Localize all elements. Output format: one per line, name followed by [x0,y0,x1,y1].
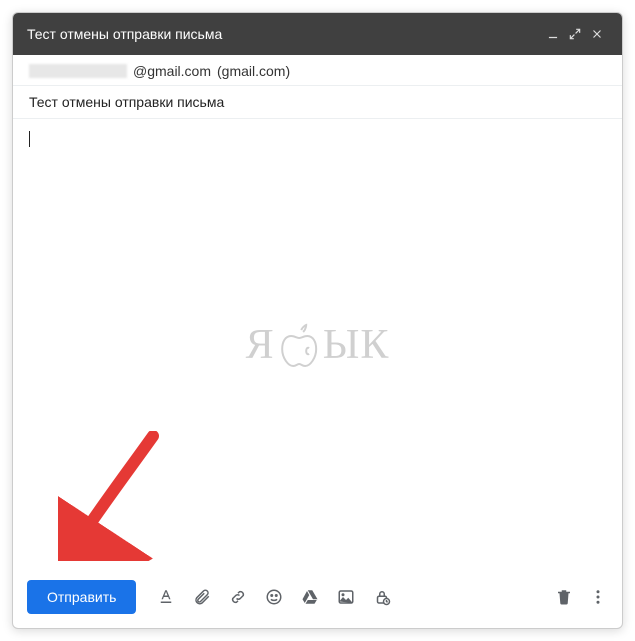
drive-icon [301,588,319,606]
send-button[interactable]: Отправить [27,580,136,614]
apple-icon [279,322,319,368]
attach-icon [193,588,211,606]
watermark-right: ЫК [323,321,390,369]
confidential-icon [373,588,391,606]
expand-icon [568,27,582,41]
watermark-left: Я [246,321,275,369]
trash-icon [555,588,573,606]
to-field[interactable]: @gmail.com (gmail.com) [13,55,622,86]
window-title: Тест отмены отправки письма [27,26,542,42]
image-icon [337,588,355,606]
discard-button[interactable] [554,587,574,607]
titlebar: Тест отмены отправки письма [13,13,622,55]
minimize-button[interactable] [542,23,564,45]
compose-toolbar: Отправить [13,570,622,628]
format-button[interactable] [156,587,176,607]
confidential-button[interactable] [372,587,392,607]
message-body[interactable]: Я ЫК [13,119,622,570]
expand-button[interactable] [564,23,586,45]
right-tools [554,587,608,607]
recipient-domain: @gmail.com [133,63,211,79]
text-cursor [29,131,30,147]
compose-window: Тест отмены отправки письма @gmail.com (… [12,12,623,629]
subject-text: Тест отмены отправки письма [29,94,224,110]
format-icon [157,588,175,606]
link-button[interactable] [228,587,248,607]
emoji-icon [265,588,283,606]
watermark: Я ЫК [246,321,390,369]
attach-button[interactable] [192,587,212,607]
close-icon [590,27,604,41]
drive-button[interactable] [300,587,320,607]
minimize-icon [546,27,560,41]
image-button[interactable] [336,587,356,607]
recipient-suffix: (gmail.com) [217,63,290,79]
more-button[interactable] [588,587,608,607]
emoji-button[interactable] [264,587,284,607]
subject-field[interactable]: Тест отмены отправки письма [13,86,622,119]
more-icon [589,588,607,606]
link-icon [229,588,247,606]
formatting-tools [156,587,392,607]
close-button[interactable] [586,23,608,45]
recipient-redacted [29,64,127,78]
